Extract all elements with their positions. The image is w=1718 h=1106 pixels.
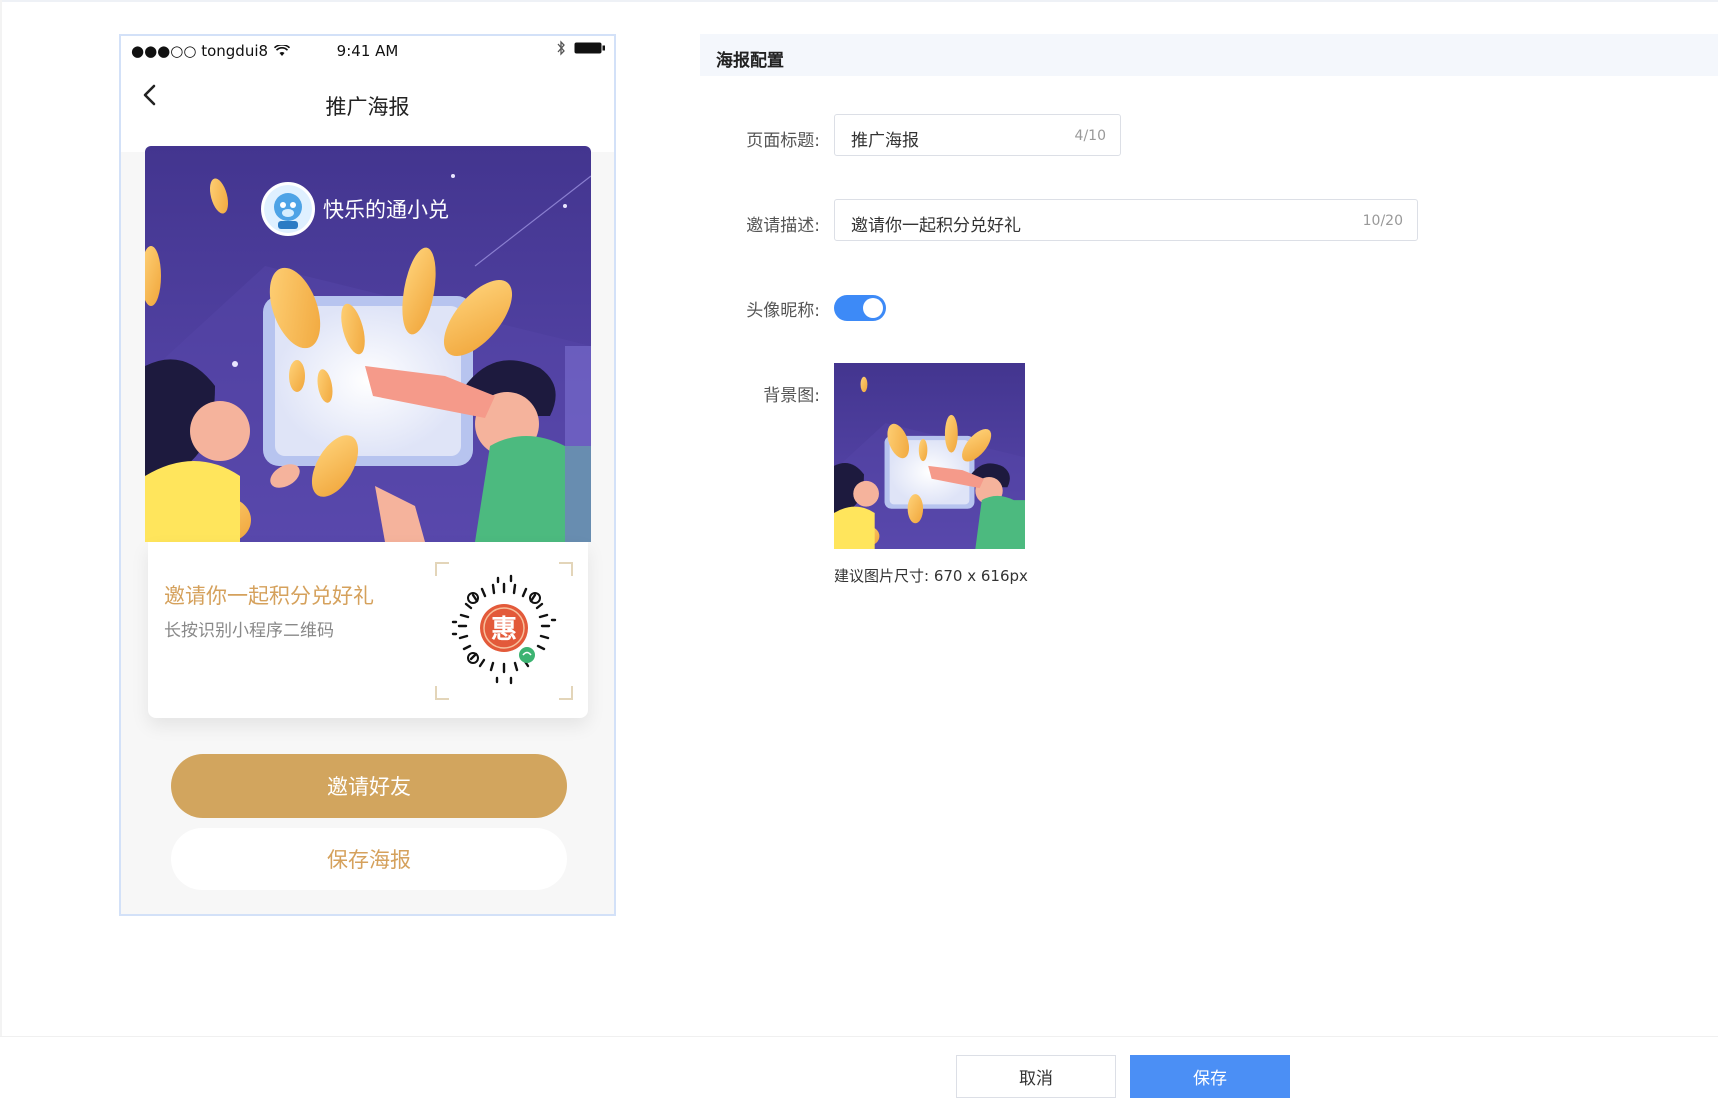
qr-code-icon: 惠 — [451, 574, 557, 685]
background-label: 背景图: — [763, 386, 820, 406]
background-size-hint: 建议图片尺寸: 670 x 616px — [834, 567, 1028, 585]
toggle-knob — [863, 298, 883, 318]
background-image-thumbnail[interactable] — [834, 363, 1025, 549]
qr-corner-br — [559, 686, 573, 700]
phone-status-bar: ●●●○○ tongdui8 9:41 AM — [121, 36, 614, 66]
cancel-button[interactable]: 取消 — [956, 1055, 1116, 1098]
avatar-nickname-label: 头像昵称: — [746, 301, 820, 321]
qr-center-glyph: 惠 — [491, 615, 517, 645]
poster-illustration: 快乐的通小兑 — [145, 146, 591, 542]
invite-desc-input[interactable]: 邀请你一起积分兑好礼 10/20 — [834, 199, 1418, 241]
page-title-char-count: 4/10 — [1074, 128, 1106, 144]
qr-corner-tl — [435, 562, 449, 576]
phone-preview: ●●●○○ tongdui8 9:41 AM 推广海报 快乐的通小兑 邀请你一起… — [119, 34, 616, 916]
qr-corner-tr — [559, 562, 573, 576]
poster-qr-tip: 长按识别小程序二维码 — [164, 621, 334, 641]
poster-nickname: 快乐的通小兑 — [323, 198, 449, 222]
poster-config-header: 海报配置 — [700, 34, 1718, 76]
poster-preview: 快乐的通小兑 邀请你一起积分兑好礼 长按识别小程序二维码 惠 — [145, 146, 591, 726]
invite-friends-button[interactable]: 邀请好友 — [171, 754, 567, 818]
status-time: 9:41 AM — [336, 42, 399, 60]
left-edge-divider — [0, 0, 2, 1040]
invite-desc-char-count: 10/20 — [1362, 213, 1403, 229]
phone-page-title: 推广海报 — [325, 95, 410, 119]
mini-program-qr: 惠 — [435, 562, 573, 700]
invite-desc-label: 邀请描述: — [746, 216, 820, 236]
battery-icon — [574, 42, 605, 54]
poster-user-info: 快乐的通小兑 — [261, 182, 449, 236]
poster-info-card: 邀请你一起积分兑好礼 长按识别小程序二维码 惠 — [148, 542, 588, 718]
avatar-nickname-toggle[interactable] — [834, 295, 886, 321]
bluetooth-icon — [557, 40, 565, 56]
invite-desc-value: 邀请你一起积分兑好礼 — [851, 216, 1021, 236]
top-divider — [0, 0, 1718, 2]
status-right-group — [556, 40, 606, 56]
save-poster-button[interactable]: 保存海报 — [171, 828, 567, 890]
page-title-label: 页面标题: — [746, 131, 820, 151]
page: ●●●○○ tongdui8 9:41 AM 推广海报 快乐的通小兑 邀请你一起… — [0, 0, 1718, 1106]
phone-nav-bar: 推广海报 — [121, 66, 614, 152]
config-section-title: 海报配置 — [716, 51, 784, 71]
page-title-input[interactable]: 推广海报 4/10 — [834, 114, 1121, 156]
poster-invite-text: 邀请你一起积分兑好礼 — [164, 584, 374, 608]
background-thumbnail-image — [834, 363, 1025, 549]
avatar — [261, 182, 315, 236]
footer-bar — [0, 1036, 1718, 1106]
save-button[interactable]: 保存 — [1130, 1055, 1290, 1098]
qr-corner-bl — [435, 686, 449, 700]
mascot-avatar-icon — [264, 185, 312, 233]
page-title-value: 推广海报 — [851, 131, 919, 151]
